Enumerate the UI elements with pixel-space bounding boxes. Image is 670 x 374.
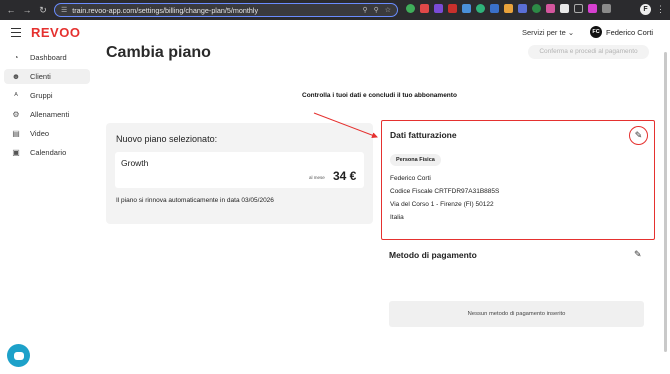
chat-support-button[interactable] bbox=[7, 344, 30, 367]
annotation-arrow bbox=[313, 112, 378, 139]
scrollbar[interactable] bbox=[664, 52, 667, 352]
chat-icon bbox=[13, 351, 24, 360]
